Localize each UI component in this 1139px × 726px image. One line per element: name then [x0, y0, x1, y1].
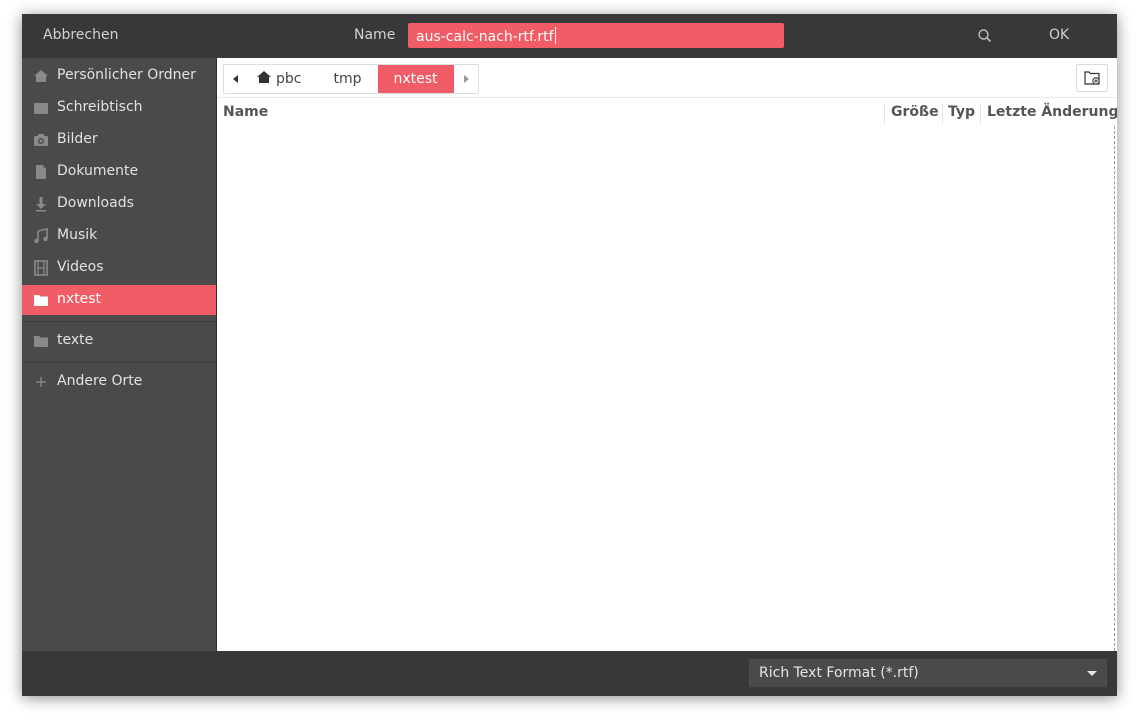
chevron-right-icon [463, 75, 469, 83]
text-caret [554, 27, 556, 44]
breadcrumb-item-pbc[interactable]: pbc [248, 65, 317, 93]
column-divider [884, 104, 885, 124]
filter-selected-label: Rich Text Format (*.rtf) [759, 665, 919, 681]
search-icon[interactable] [976, 27, 994, 45]
sidebar-item-videos[interactable]: Videos [22, 253, 216, 283]
sidebar-item-label: Dokumente [57, 163, 139, 179]
sidebar-divider [22, 362, 216, 363]
places-sidebar: Persönlicher Ordner Schreibtisch Bilder … [22, 58, 217, 651]
sidebar-item-home[interactable]: Persönlicher Ordner [22, 61, 216, 91]
new-folder-button[interactable] [1076, 64, 1108, 92]
breadcrumb: pbc tmp nxtest [223, 64, 479, 94]
cancel-button[interactable]: Abbrechen [43, 27, 118, 43]
sidebar-item-music[interactable]: Musik [22, 221, 216, 251]
file-type-filter-select[interactable]: Rich Text Format (*.rtf) [748, 658, 1108, 688]
music-icon [33, 228, 49, 244]
breadcrumb-label: nxtest [393, 71, 438, 87]
filename-value: aus-calc-nach-rtf.rtf [416, 29, 554, 45]
chevron-left-icon [233, 75, 238, 83]
breadcrumb-label: tmp [333, 71, 362, 87]
sidebar-item-other-locations[interactable]: Andere Orte [22, 367, 216, 397]
breadcrumb-back-button[interactable] [224, 65, 248, 93]
plus-icon [33, 374, 49, 390]
home-icon [33, 68, 49, 84]
document-icon [33, 164, 49, 180]
sidebar-item-label: Bilder [57, 131, 98, 147]
breadcrumb-item-nxtest[interactable]: nxtest [377, 65, 454, 93]
sidebar-item-label: Downloads [57, 195, 134, 211]
sidebar-item-pictures[interactable]: Bilder [22, 125, 216, 155]
sidebar-item-label: Schreibtisch [57, 99, 143, 115]
folder-icon [33, 333, 49, 349]
path-bar: pbc tmp nxtest [217, 58, 1117, 98]
sidebar-divider [22, 321, 216, 322]
sidebar-item-label: Musik [57, 227, 98, 243]
sidebar-item-label: Persönlicher Ordner [57, 67, 196, 83]
sidebar-item-label: nxtest [57, 291, 102, 307]
sidebar-item-desktop[interactable]: Schreibtisch [22, 93, 216, 123]
sidebar-item-label: texte [57, 332, 94, 348]
header-bar: Abbrechen Name aus-calc-nach-rtf.rtf OK [22, 14, 1117, 58]
sidebar-item-label: Andere Orte [57, 373, 143, 389]
column-divider [942, 104, 943, 124]
chevron-down-icon [1087, 671, 1097, 676]
filename-input[interactable]: aus-calc-nach-rtf.rtf [408, 23, 784, 48]
filename-label: Name [354, 27, 396, 43]
sidebar-item-documents[interactable]: Dokumente [22, 157, 216, 187]
film-icon [33, 260, 49, 276]
file-list-header: Name Größe Typ Letzte Änderung [217, 100, 1117, 126]
ok-button[interactable]: OK [1049, 27, 1069, 43]
folder-icon [33, 292, 49, 308]
column-header-size[interactable]: Größe [891, 104, 939, 120]
sidebar-item-label: Videos [57, 259, 104, 275]
file-browser: pbc tmp nxtest Name Größe Typ Letzte Änd… [217, 58, 1117, 651]
download-icon [33, 196, 49, 212]
desktop-folder-icon [33, 100, 49, 116]
column-header-name[interactable]: Name [223, 104, 268, 120]
column-header-type[interactable]: Typ [948, 104, 975, 120]
new-folder-icon [1084, 71, 1100, 85]
column-divider [980, 104, 981, 124]
file-save-dialog: Abbrechen Name aus-calc-nach-rtf.rtf OK … [22, 14, 1117, 696]
dialog-footer: Rich Text Format (*.rtf) [22, 651, 1117, 696]
breadcrumb-item-tmp[interactable]: tmp [317, 65, 377, 93]
column-header-modified[interactable]: Letzte Änderung [987, 104, 1117, 120]
camera-icon [33, 132, 49, 148]
sidebar-item-nxtest[interactable]: nxtest [22, 285, 216, 315]
breadcrumb-label: pbc [276, 71, 302, 87]
breadcrumb-forward-button[interactable] [454, 65, 478, 93]
sidebar-item-downloads[interactable]: Downloads [22, 189, 216, 219]
sidebar-item-texte[interactable]: texte [22, 326, 216, 356]
drop-target-edge [1114, 126, 1115, 651]
home-icon [256, 67, 272, 83]
